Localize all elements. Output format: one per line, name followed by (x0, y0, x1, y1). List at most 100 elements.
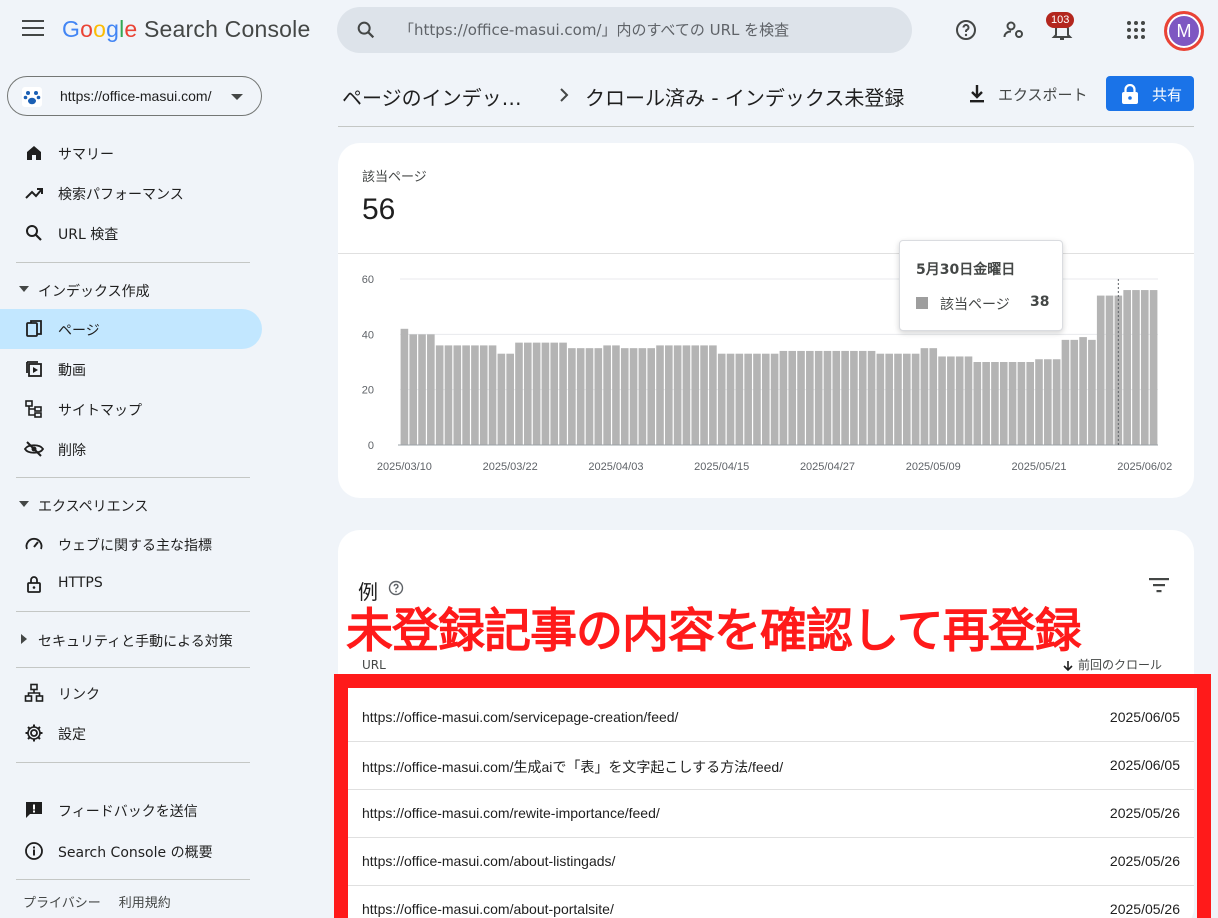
chart-bar (991, 362, 999, 445)
sidebar-item-settings[interactable]: 設定 (0, 713, 262, 753)
home-icon (27, 146, 41, 160)
filter-icon[interactable] (1148, 576, 1170, 594)
chart-bar (823, 350, 832, 445)
chart-bar (902, 353, 911, 445)
chart-bar (709, 345, 717, 445)
gear-icon (25, 724, 43, 742)
sidebar-footer: プライバシー 利用規約 (23, 892, 189, 911)
chart-bar (594, 348, 603, 445)
app-logo[interactable]: Google Search Console (62, 16, 310, 43)
chart-bar (1088, 339, 1096, 445)
trending-up-icon (25, 188, 43, 199)
chart-bar (938, 356, 946, 445)
sidebar-item-links[interactable]: リンク (0, 673, 262, 713)
search-input[interactable] (399, 19, 889, 41)
chart-bar (717, 353, 726, 445)
chart-bar (453, 345, 462, 445)
annotation-box (334, 674, 1211, 918)
chart-bar (444, 345, 453, 445)
chart-bar (876, 353, 885, 445)
sidebar-item-sitemaps[interactable]: サイトマップ (0, 389, 262, 429)
sidebar-item-label: 動画 (58, 363, 86, 379)
url-inspection-search[interactable] (337, 7, 912, 53)
sidebar-item-pages[interactable]: ページ (0, 309, 262, 349)
sidebar-divider (16, 667, 250, 668)
chevron-right-icon (560, 88, 569, 102)
chart-bar (550, 342, 559, 445)
sidebar-item-video[interactable]: 動画 (0, 349, 262, 389)
sidebar-section-experience[interactable]: エクスペリエンス (0, 489, 262, 519)
chart-bar (726, 353, 735, 445)
menu-icon[interactable] (22, 20, 44, 38)
tooltip-date: 5月30日金曜日 (916, 262, 1016, 278)
chart-bar (523, 342, 532, 445)
sidebar-item-removals[interactable]: 削除 (0, 429, 262, 469)
tooltip-value: 38 (1030, 294, 1050, 310)
y-tick-label: 40 (362, 329, 374, 341)
speed-icon (25, 537, 43, 550)
sidebar-divider (16, 262, 250, 263)
property-url: https://office-masui.com/ (60, 88, 212, 104)
sidebar-item-label: ウェブに関する主な指標 (58, 538, 212, 554)
chart-bar (1149, 290, 1158, 445)
x-tick-label: 2025/04/27 (800, 461, 855, 473)
x-tick-label: 2025/04/15 (694, 461, 749, 473)
chart-bar (647, 348, 656, 445)
video-icon (26, 361, 42, 377)
privacy-link[interactable]: プライバシー (23, 896, 101, 911)
user-settings-icon[interactable] (1002, 18, 1026, 42)
sidebar-section-security[interactable]: セキュリティと手動による対策 (0, 624, 262, 654)
x-tick-label: 2025/05/09 (906, 461, 961, 473)
chart-bar (1026, 362, 1035, 445)
chart-bar (576, 348, 585, 445)
chart-bar (1061, 339, 1070, 445)
share-button[interactable]: 共有 (1106, 76, 1194, 111)
chart-bar (418, 334, 426, 445)
chart-bar (779, 350, 788, 445)
sidebar-item-label: HTTPS (58, 575, 103, 591)
tooltip-swatch (916, 297, 928, 309)
sidebar-item-label: リンク (58, 687, 100, 703)
chart-bar (585, 348, 594, 445)
chart-bar (1140, 290, 1149, 445)
chart-bar (1096, 295, 1105, 445)
terms-link[interactable]: 利用規約 (119, 896, 171, 911)
apps-grid-icon[interactable] (1124, 18, 1148, 42)
sidebar-item-performance[interactable]: 検索パフォーマンス (0, 173, 262, 213)
chart-bar (629, 348, 638, 445)
chart-bar (1079, 337, 1087, 445)
chart-bar (532, 342, 541, 445)
count-label: 該当ページ (362, 170, 427, 185)
chart-bar (471, 345, 479, 445)
chart-bar (1070, 339, 1079, 445)
sidebar-item-label: 削除 (58, 443, 86, 459)
avatar[interactable]: M (1164, 11, 1204, 51)
sidebar-item-about[interactable]: Search Console の概要 (0, 831, 262, 871)
sidebar-item-feedback[interactable]: フィードバックを送信 (0, 790, 262, 830)
annotation-text: 未登録記事の内容を確認して再登録 (346, 604, 1082, 659)
sidebar-section-indexing[interactable]: インデックス作成 (0, 274, 262, 304)
chart-bar (744, 353, 752, 445)
chart-bar (638, 348, 647, 445)
sidebar-item-label: 検索パフォーマンス (58, 187, 184, 203)
chart-bar (515, 342, 523, 445)
chart-bar (488, 345, 497, 445)
chart-bar (435, 345, 444, 445)
chart-bar (620, 348, 629, 445)
section-label: エクスペリエンス (38, 499, 149, 515)
lock-icon (1122, 84, 1138, 104)
sidebar-item-label: Search Console の概要 (58, 845, 213, 861)
chart-bar (920, 348, 929, 445)
sidebar-item-core-web-vitals[interactable]: ウェブに関する主な指標 (0, 524, 262, 564)
sidebar-item-url-inspection[interactable]: URL 検査 (0, 213, 262, 253)
sidebar-item-https[interactable]: HTTPS (0, 564, 262, 604)
chart-bar (832, 350, 841, 445)
export-button[interactable]: エクスポート (966, 80, 1088, 108)
sidebar-item-label: サマリー (58, 147, 114, 163)
sidebar-item-summary[interactable]: サマリー (0, 133, 262, 173)
help-icon[interactable] (954, 18, 978, 42)
chart-bar (612, 345, 620, 445)
property-selector[interactable]: https://office-masui.com/ (7, 76, 262, 116)
pages-bar-chart[interactable]: 0 20 40 60 2025/03/10 2025/03/22 2025/04/03 202… (338, 263, 1194, 488)
breadcrumb-parent[interactable]: ページのインデッ… (342, 82, 522, 111)
